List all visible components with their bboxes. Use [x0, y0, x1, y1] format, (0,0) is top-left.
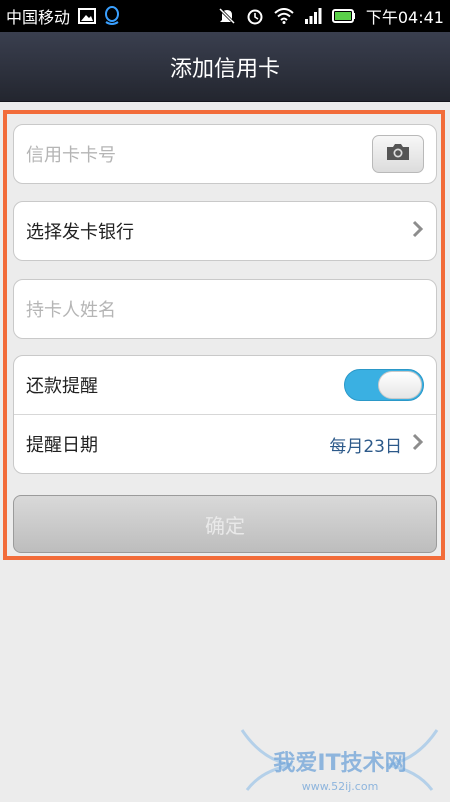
confirm-label: 确定: [205, 513, 245, 538]
svg-text:www.52ij.com: www.52ij.com: [302, 780, 379, 793]
scan-card-button[interactable]: [372, 135, 424, 173]
signal-icon: [304, 8, 322, 24]
image-notification-icon: [78, 8, 97, 24]
holder-name-card: 持卡人姓名: [13, 279, 437, 339]
reminder-label: 还款提醒: [26, 376, 98, 397]
reminder-date-label: 提醒日期: [26, 435, 98, 456]
toggle-knob: [378, 371, 422, 399]
wifi-icon: [274, 8, 294, 24]
select-bank-row[interactable]: 选择发卡银行: [13, 201, 437, 261]
reminder-date-value: 每月23日: [329, 436, 402, 457]
status-bar: 中国移动 下午04:41: [0, 0, 450, 32]
alarm-icon: [246, 7, 264, 25]
svg-text:我爱IT技术网: 我爱IT技术网: [273, 751, 406, 776]
holder-name-input[interactable]: 持卡人姓名: [26, 296, 424, 322]
card-number-input[interactable]: 信用卡卡号: [26, 141, 372, 167]
reminder-date-row[interactable]: 提醒日期 每月23日: [14, 415, 436, 473]
select-bank-label: 选择发卡银行: [26, 222, 134, 243]
clock-label: 下午04:41: [365, 8, 444, 27]
title-bar: 添加信用卡: [0, 32, 450, 102]
reminder-toggle[interactable]: [344, 369, 424, 401]
reminder-group: 还款提醒 提醒日期 每月23日: [13, 355, 437, 474]
page-title: 添加信用卡: [169, 56, 280, 82]
chevron-right-icon: [412, 220, 424, 243]
qq-icon: [104, 6, 120, 26]
card-number-card: 信用卡卡号: [13, 124, 437, 184]
camera-icon: [385, 142, 411, 167]
carrier-label: 中国移动: [6, 8, 71, 27]
battery-icon: [331, 9, 356, 23]
chevron-right-icon: [412, 433, 424, 456]
confirm-button[interactable]: 确定: [13, 495, 437, 553]
mute-icon: [218, 7, 236, 25]
watermark-logo: 我爱IT技术网 www.52ij.com: [232, 720, 447, 798]
